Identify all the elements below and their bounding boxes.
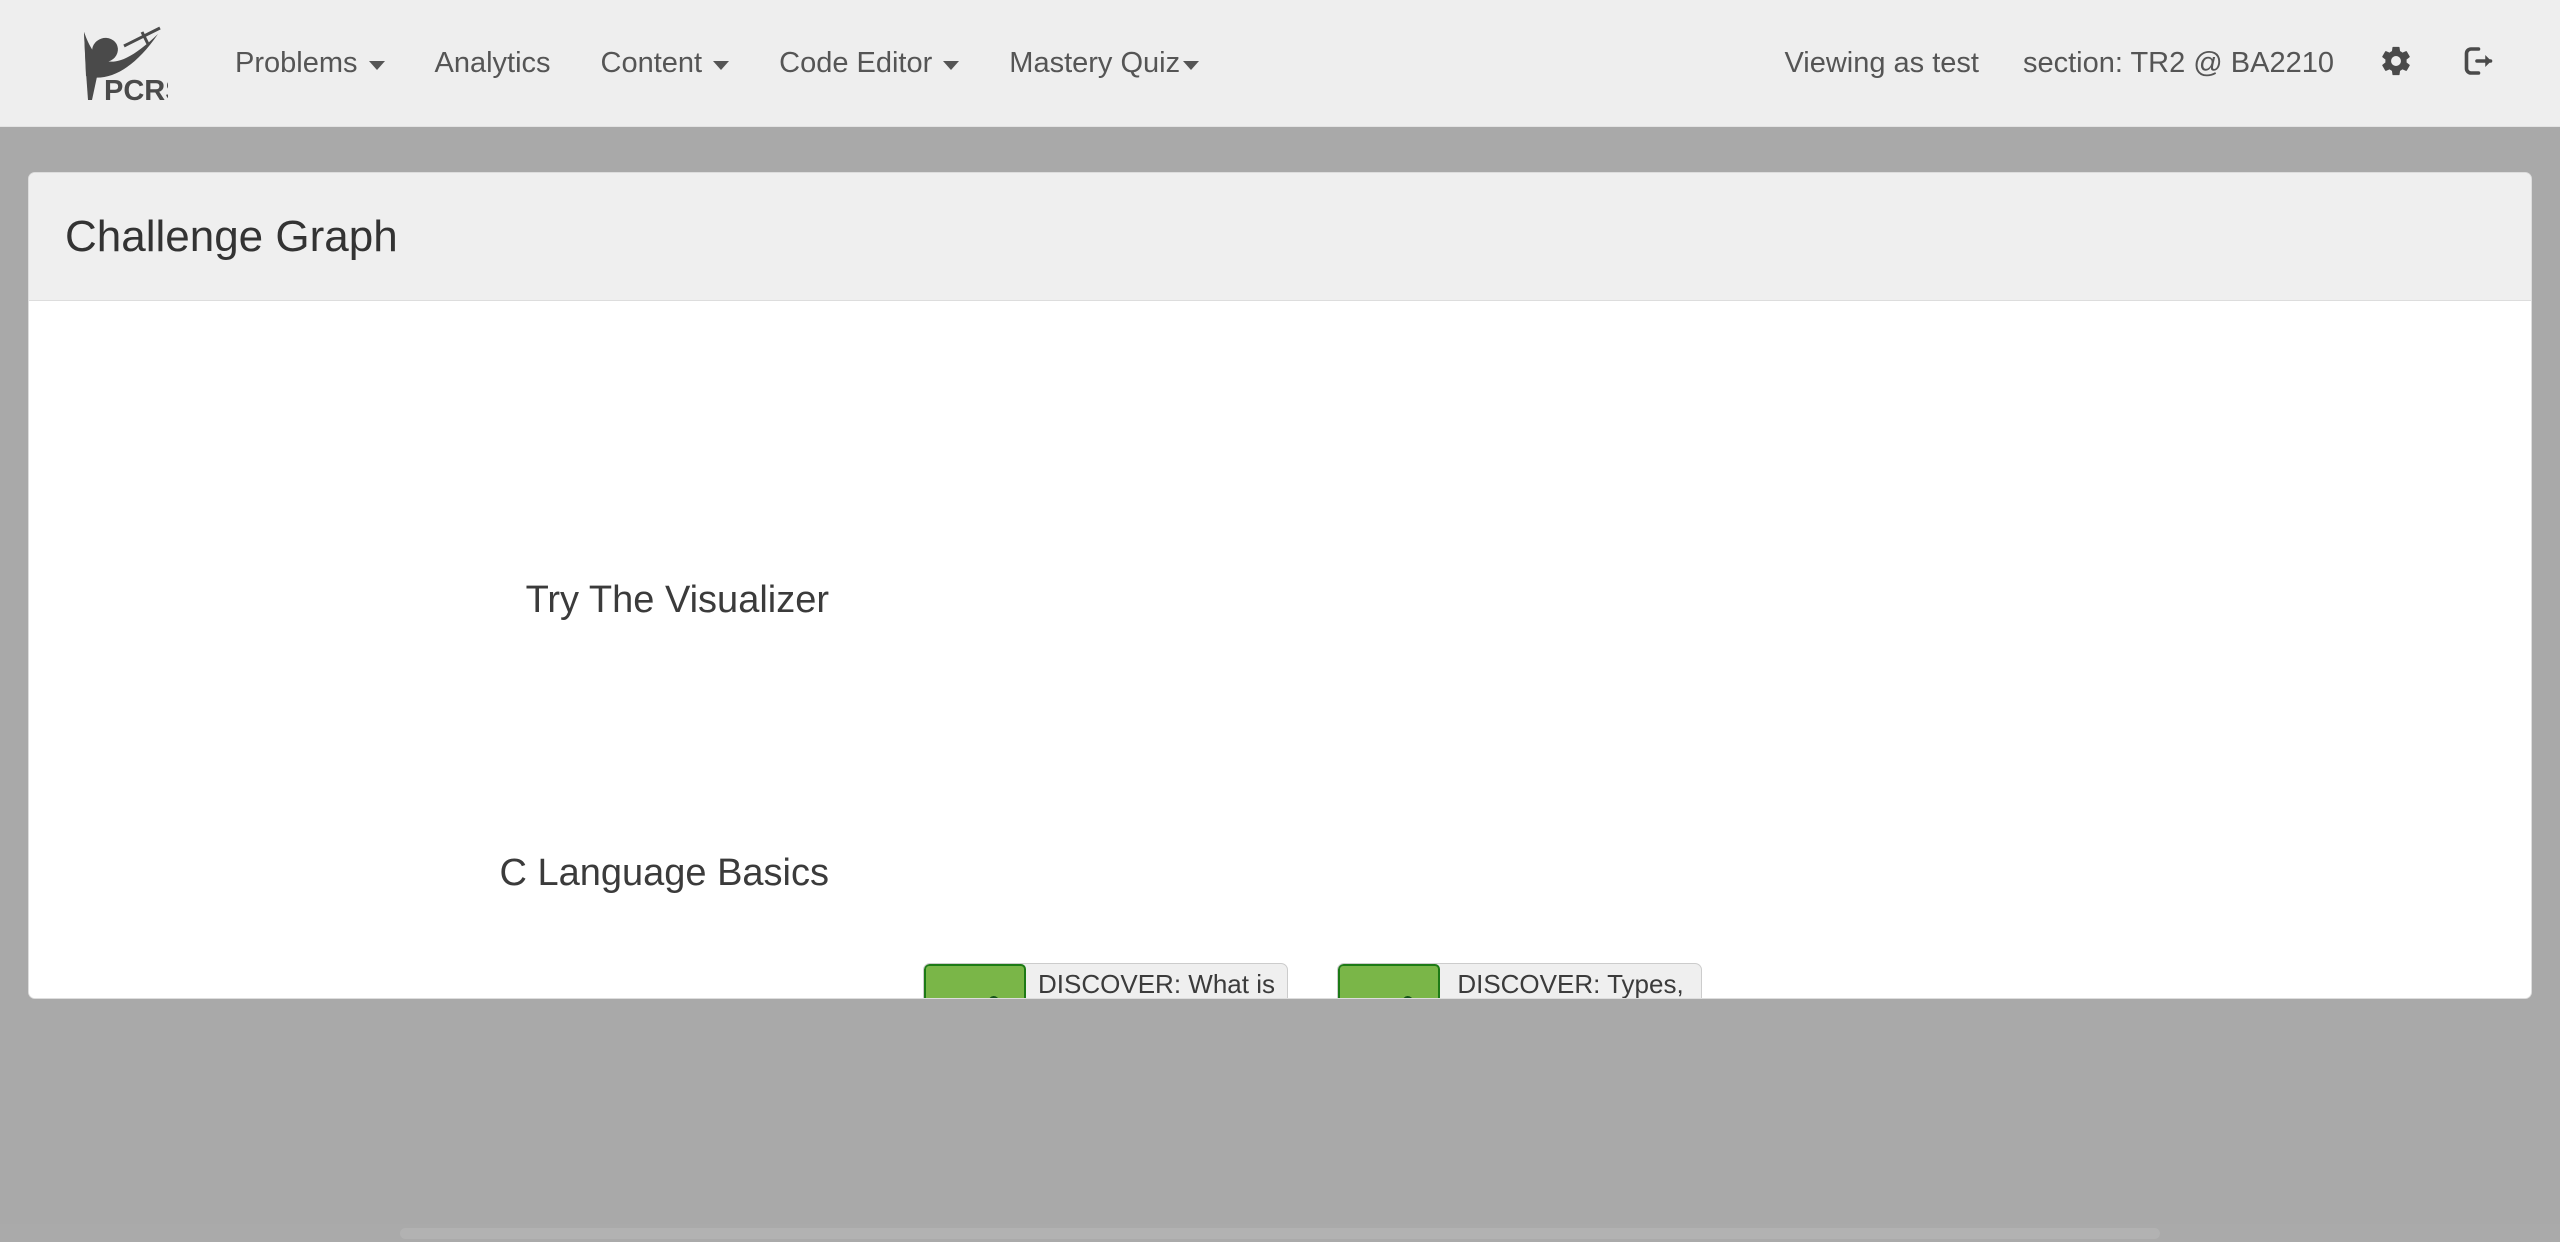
gear-icon: [2379, 44, 2413, 83]
graph-node-main: DISCOVER: What is a Program?: [924, 964, 1287, 999]
graph-node[interactable]: DISCOVER: What is a Program? Requires: N…: [923, 963, 1288, 999]
check-icon: [945, 985, 1005, 998]
graph-category-label-try-the-visualizer: Try The Visualizer: [525, 579, 829, 621]
nav-item-label: Content: [600, 46, 703, 79]
chevron-down-icon: [368, 60, 385, 70]
graph-node-status-tile[interactable]: [924, 964, 1026, 998]
panel-header: Challenge Graph: [29, 173, 2531, 301]
graph-node-content: DISCOVER: Types, Variables and Assignmen…: [1440, 964, 1701, 999]
graph-node-content: DISCOVER: What is a Program?: [1026, 964, 1287, 999]
navbar-right-group: Viewing as test section: TR2 @ BA2210: [1762, 0, 2560, 127]
chevron-down-icon: [943, 60, 960, 70]
horizontal-scrollbar[interactable]: [0, 1224, 2560, 1242]
viewing-as-label: Viewing as test: [1784, 46, 1979, 79]
brand-wordmark: PCRS: [104, 75, 168, 104]
graph-node-title: DISCOVER: Types, Variables and Assignmen…: [1457, 969, 1684, 999]
brand-logo-link[interactable]: PCRS: [62, 22, 168, 104]
nav-item-content[interactable]: Content: [576, 0, 755, 127]
sign-out-icon: [2459, 43, 2495, 84]
nav-item-problems[interactable]: Problems: [210, 0, 410, 127]
nav-item-code-editor[interactable]: Code Editor: [754, 0, 984, 127]
chevron-down-icon: [1183, 60, 1200, 70]
nav-menu: Problems Analytics Content Code Editor M…: [210, 0, 1224, 127]
settings-button[interactable]: [2356, 44, 2436, 83]
check-icon: [1359, 985, 1419, 998]
nav-item-label: Problems: [235, 46, 358, 79]
logout-button[interactable]: [2436, 43, 2518, 84]
page-title: Challenge Graph: [65, 211, 398, 261]
nav-item-label: Code Editor: [779, 46, 933, 79]
chevron-down-icon: [713, 60, 730, 70]
graph-node[interactable]: DISCOVER: Types, Variables and Assignmen…: [1337, 963, 1702, 999]
panel-body: Try The Visualizer C Language Basics DIS…: [29, 301, 2531, 999]
nav-item-label: Analytics: [434, 46, 551, 79]
graph-category-label-c-language-basics: C Language Basics: [499, 852, 829, 894]
nav-item-mastery-quiz[interactable]: Mastery Quiz: [984, 0, 1224, 127]
graph-node-title: DISCOVER: What is a Program?: [1038, 969, 1275, 999]
nav-item-label: Mastery Quiz: [1009, 46, 1181, 79]
nav-item-analytics[interactable]: Analytics: [410, 0, 576, 127]
section-label: section: TR2 @ BA2210: [2022, 46, 2334, 79]
graph-node-main: DISCOVER: Types, Variables and Assignmen…: [1338, 964, 1701, 999]
pcrs-logo-icon: PCRS: [62, 26, 168, 104]
top-navbar: PCRS Problems Analytics Content Code Edi…: [0, 0, 2560, 127]
challenge-graph-panel: Challenge Graph Try The Visualizer C Lan…: [28, 172, 2532, 999]
challenge-graph: Try The Visualizer C Language Basics DIS…: [29, 301, 2531, 999]
graph-node-status-tile[interactable]: [1338, 964, 1440, 998]
horizontal-scrollbar-thumb[interactable]: [400, 1228, 2160, 1239]
